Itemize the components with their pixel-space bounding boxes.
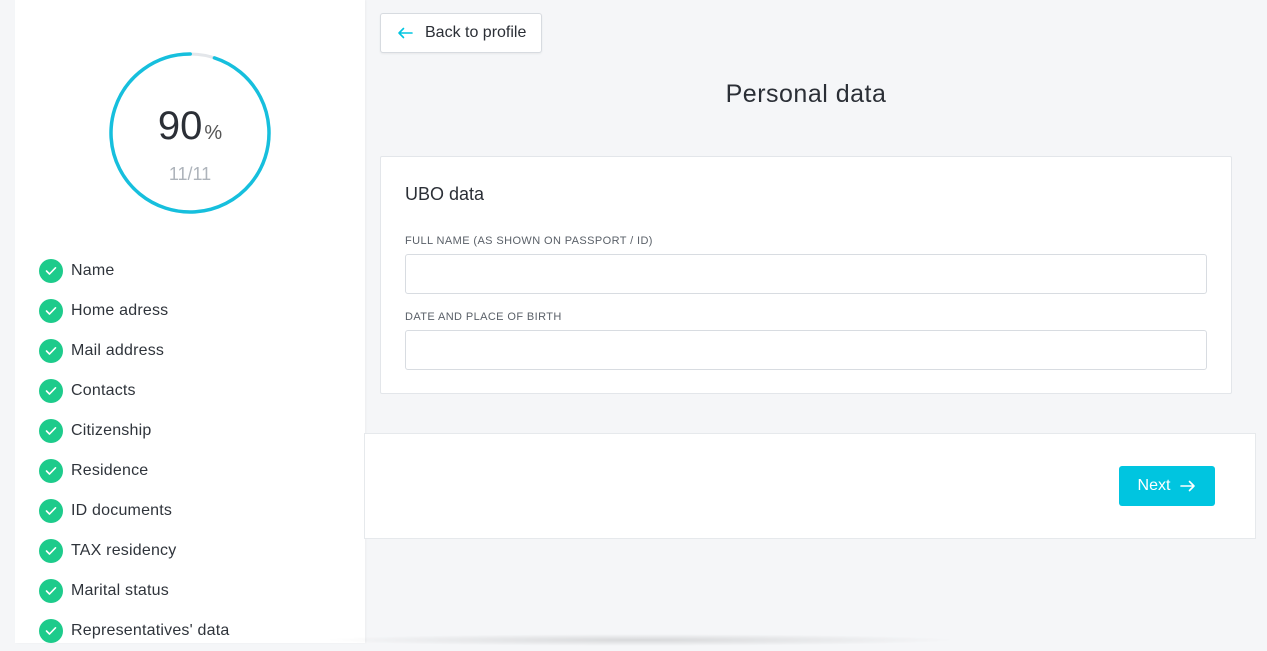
next-button[interactable]: Next [1119, 466, 1215, 506]
check-icon [39, 259, 63, 283]
step-item[interactable]: Contacts [39, 371, 229, 411]
ubo-data-card: UBO data FULL NAME (AS SHOWN ON PASSPORT… [380, 156, 1232, 394]
next-label: Next [1137, 477, 1171, 494]
bottom-shadow [320, 634, 960, 646]
step-item[interactable]: Marital status [39, 571, 229, 611]
progress-count: 11/11 [168, 164, 212, 184]
section-title: UBO data [405, 184, 485, 204]
check-icon [39, 419, 63, 443]
progress-percent-unit: % [204, 122, 223, 144]
check-icon [39, 499, 63, 523]
step-label: Contacts [71, 382, 136, 399]
check-icon [39, 299, 63, 323]
step-item[interactable]: Representatives' data [39, 611, 229, 651]
check-icon [39, 539, 63, 563]
check-icon [39, 619, 63, 643]
arrow-right-icon [1180, 480, 1196, 492]
back-to-profile-button[interactable]: Back to profile [380, 13, 542, 53]
form-footer: Next [364, 433, 1256, 539]
arrow-left-icon [397, 27, 413, 39]
step-label: Representatives' data [71, 622, 230, 639]
back-to-profile-label: Back to profile [425, 24, 527, 41]
step-item[interactable]: Residence [39, 451, 229, 491]
check-icon [39, 339, 63, 363]
step-item[interactable]: Home adress [39, 291, 229, 331]
check-icon [39, 459, 63, 483]
page-title: Personal data [725, 80, 887, 108]
progress-percent-number: 90 [157, 104, 203, 148]
step-label: Home adress [71, 302, 169, 319]
step-item[interactable]: Name [39, 251, 229, 291]
step-label: Mail address [71, 342, 165, 359]
step-label: ID documents [71, 502, 173, 519]
step-label: Marital status [71, 582, 169, 599]
check-icon [39, 579, 63, 603]
step-label: Residence [71, 462, 149, 479]
step-label: TAX residency [71, 542, 177, 559]
check-icon [39, 379, 63, 403]
birth-label: DATE AND PLACE OF BIRTH [405, 311, 562, 323]
step-item[interactable]: Mail address [39, 331, 229, 371]
progress-percent: 90% [109, 106, 271, 146]
step-label: Name [71, 262, 115, 279]
full-name-input[interactable] [405, 254, 1207, 294]
full-name-label: FULL NAME (AS SHOWN ON PASSPORT / ID) [405, 235, 653, 247]
steps-list: Name Home adress Mail address Contacts C… [39, 251, 229, 651]
progress-ring: 90% 11/11 [109, 52, 271, 214]
progress-sidebar: 90% 11/11 Name Home adress Mail address … [15, 0, 365, 643]
step-item[interactable]: Citizenship [39, 411, 229, 451]
step-item[interactable]: ID documents [39, 491, 229, 531]
step-item[interactable]: TAX residency [39, 531, 229, 571]
birth-input[interactable] [405, 330, 1207, 370]
step-label: Citizenship [71, 422, 152, 439]
